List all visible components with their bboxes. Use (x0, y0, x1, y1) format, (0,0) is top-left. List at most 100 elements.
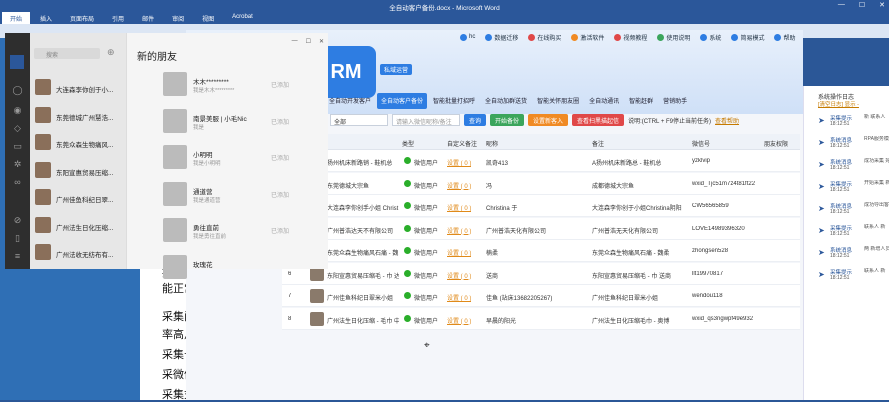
files-icon[interactable]: ▭ (12, 141, 23, 152)
ribbon-tab-home[interactable]: 开始 (2, 12, 31, 24)
log-message: 开始采集 新 (864, 180, 889, 186)
chat-maximize-button[interactable]: ☐ (306, 38, 311, 45)
friend-request[interactable]: 勇往直前 我是勇往直前 已添加 (163, 215, 323, 247)
add-contact-icon[interactable]: ⊕ (107, 47, 115, 58)
topbar-buy-online[interactable]: 在线购买 (528, 31, 561, 43)
search-button[interactable]: 查询 (464, 114, 487, 126)
chat-close-button[interactable]: ✕ (319, 38, 324, 45)
chat-list-item[interactable]: 东阳宣惠贸易压缩... (30, 157, 126, 184)
nav-auto-group[interactable]: 全自动加群送货 (481, 93, 531, 109)
log-message: 新 联系人 (864, 114, 886, 120)
clear-log-link[interactable]: [清空日志] 显示 - (818, 100, 859, 108)
avatar (163, 145, 187, 169)
miniprogram-icon[interactable]: ∞ (12, 177, 23, 188)
chat-list-item[interactable]: 广州法收无纺布有... (30, 239, 126, 266)
row-set-link[interactable]: 设置 ( 0 ) (447, 248, 471, 257)
row-set-link[interactable]: 设置 ( 0 ) (447, 158, 471, 167)
table-row[interactable]: 大连森李你创手小姐 Christ 微信用户 设置 ( 0 ) Christina 于 大… (282, 195, 800, 217)
book-icon (657, 33, 665, 41)
nav-auto-contact[interactable]: 全自动通讯 (585, 93, 623, 109)
word-maximize-button[interactable]: ☐ (859, 1, 865, 9)
topbar-video-tutorial[interactable]: 视频教程 (614, 31, 647, 43)
topbar-user[interactable]: hc (460, 31, 475, 43)
chat-list-item[interactable]: 广州佳鱼科纪日翠... (30, 184, 126, 211)
chat-list-item[interactable]: 东莞德城广州慧浩... (30, 102, 126, 129)
favorites-icon[interactable]: ◇ (12, 123, 23, 134)
chat-list-item[interactable]: 东莞众森生物痛风... (30, 129, 126, 156)
nav-marketing[interactable]: 营销助手 (659, 93, 691, 109)
word-close-button[interactable]: ✕ (879, 1, 885, 9)
friend-request[interactable]: 玫瑰花 (163, 252, 323, 284)
type-select[interactable]: 全部 (330, 114, 388, 126)
friend-request[interactable]: 通道营 我是通道营 已添加 (163, 179, 323, 211)
friend-request[interactable]: 小明明 我是小明明 已添加 (163, 142, 323, 174)
ribbon-tab-acrobat[interactable]: Acrobat (224, 12, 261, 24)
chat-minimize-button[interactable]: — (292, 38, 298, 45)
table-row[interactable]: 东莞众森生物痛风石痛 - 魏 微信用户 设置 ( 0 ) 楠柔 东莞众森生物痛风石痛 -… (282, 240, 800, 262)
row-remark: 广州法生日化压缩毛巾 - 奥博 (592, 318, 670, 325)
phone-icon[interactable]: ▯ (12, 233, 23, 244)
chat-icon[interactable]: ◯ (12, 85, 23, 96)
ribbon-tab-references[interactable]: 引用 (104, 12, 132, 24)
table-row[interactable]: 东莞德城大宗鱼 微信用户 设置 ( 0 ) 冯 成都德城大宗鱼 wxid_Tjc51m7z… (282, 172, 800, 195)
table-row[interactable]: 6 东阳宣惠贸易压缩毛 - 巾 达微信用户 设置 ( 0 ) 送商 东阳宣惠贸易压缩毛 … (282, 262, 800, 285)
row-set-link[interactable]: 设置 ( 0 ) (447, 181, 471, 190)
friend-message: 我是 (193, 124, 205, 131)
topbar-activate[interactable]: 激活软件 (571, 31, 604, 43)
row-set-link[interactable]: 设置 ( 0 ) (447, 271, 471, 280)
topbar-simple-mode[interactable]: 简易模式 (731, 31, 764, 43)
channels-icon[interactable]: ⊘ (12, 215, 23, 226)
ribbon-tab-insert[interactable]: 插入 (32, 12, 60, 24)
word-minimize-button[interactable]: — (838, 1, 845, 9)
friend-request[interactable]: 南景美服 | 小毛Nic 我是 已添加 (163, 106, 323, 138)
avatar (310, 311, 324, 326)
table-row[interactable]: 广州普浩达天不有限公司 微信用户 设置 ( 0 ) 广州普浩天化有限公司 广州普浩无天化… (282, 217, 800, 240)
search-input[interactable]: 请输入微信昵称/备注 (392, 114, 460, 126)
new-contact-button[interactable]: 设置新客入 (528, 114, 569, 126)
row-set-link[interactable]: 设置 ( 0 ) (447, 316, 471, 325)
friend-status: 已添加 (271, 229, 290, 235)
contacts-icon[interactable]: ◉ (12, 105, 23, 116)
row-set-link[interactable]: 设置 ( 0 ) (447, 293, 471, 302)
chat-search-input[interactable]: 搜索 (34, 48, 100, 59)
friend-request[interactable]: 木木********* 我是木木********* 已添加 (163, 69, 323, 101)
nav-auto-develop[interactable]: 全自动开发客户 (325, 93, 375, 109)
moments-icon[interactable]: ✲ (12, 159, 23, 170)
nav-auto-backup[interactable]: 全自动客户备份 (377, 93, 428, 109)
avatar[interactable] (10, 55, 24, 69)
row-name: 广州法生日化压缩 - 毛巾 中 (327, 318, 399, 325)
table-row[interactable]: 7 广州佳鱼科纪日翠米小姐 微信用户 设置 ( 0 ) 佳鱼 (站床1368220526… (282, 285, 800, 307)
cursor-arrow-icon: ➤ (818, 248, 825, 257)
friend-message: 我是通道营 (193, 197, 221, 204)
check-button[interactable]: 查看扫黑描起信 (572, 114, 625, 126)
chat-list-item[interactable]: 广州法生日化压缩... (30, 212, 126, 239)
start-backup-button[interactable]: 开始备份 (490, 114, 525, 126)
nav-batch-greet[interactable]: 智能批量打招呼 (429, 93, 479, 109)
row-set-link[interactable]: 设置 ( 0 ) (447, 226, 471, 235)
friend-name: 勇往直前 (193, 225, 219, 232)
ribbon-tab-layout[interactable]: 页面布局 (62, 12, 102, 24)
table-row[interactable]: 8 广州法生日化压缩 - 毛巾 中 微信用户 设置 ( 0 ) 早晨的阳光 广州法生日化压… (282, 307, 800, 330)
table-row[interactable]: 扬州机床新路销 - 鞋机总 微信用户 设置 ( 0 ) 凯奇413 A扬州机床新路总 -… (282, 150, 800, 172)
word-titlebar: 全自动客户备份.docx - Microsoft Word — ☐ ✕ (0, 0, 889, 12)
avatar (35, 244, 51, 260)
topbar-help[interactable]: 帮助 (774, 31, 795, 43)
topbar-data-migration[interactable]: 数据迁移 (485, 31, 518, 43)
row-set-link[interactable]: 设置 ( 0 ) (447, 203, 471, 212)
log-time: 18:12:51 (830, 165, 850, 171)
crm-tagline: 私域运营 (380, 64, 413, 75)
log-entry: ➤ 系统消息 18:12:51 两 新增人员 (814, 244, 889, 266)
ribbon-tab-review[interactable]: 审阅 (164, 12, 192, 24)
topbar-instructions[interactable]: 使用说明 (657, 31, 690, 43)
help-link[interactable]: 查看帮助 (715, 116, 739, 125)
nav-smart-group[interactable]: 智能赶群 (625, 93, 657, 109)
col-type: 类型 (402, 142, 415, 148)
ribbon-tab-mailings[interactable]: 邮件 (134, 12, 162, 24)
chat-list-item[interactable]: 大连森李你创于小... (30, 74, 126, 101)
ribbon-tab-view[interactable]: 视图 (194, 12, 222, 24)
topbar-system[interactable]: 系统 (700, 31, 721, 43)
col-wxid: 微信号 (692, 142, 711, 148)
wechat-icon (404, 157, 411, 164)
nav-moments-care[interactable]: 智能关怀朋友圈 (533, 93, 583, 109)
menu-icon[interactable]: ≡ (12, 251, 23, 262)
